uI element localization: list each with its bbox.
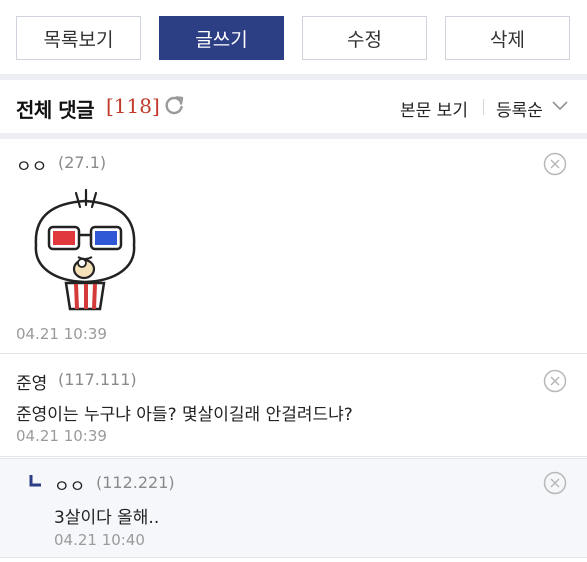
- comment-item: ㅇㅇ (27.1) 04.21 10:39: [0, 139, 587, 354]
- comment-author[interactable]: ㅇㅇ: [54, 472, 85, 497]
- comment-date: 04.21 10:40: [54, 531, 145, 549]
- comment-item: 준영 (117.111) 준영이는 누구냐 아들? 몇살이길래 안걸려드냐? 0…: [0, 355, 587, 457]
- close-icon[interactable]: [543, 152, 567, 176]
- sticker-image: [34, 188, 136, 311]
- close-icon[interactable]: [543, 369, 567, 393]
- comment-author[interactable]: ㅇㅇ: [16, 152, 47, 177]
- comment-date: 04.21 10:39: [16, 325, 107, 343]
- comment-ip: (27.1): [58, 153, 107, 172]
- list-button[interactable]: 목록보기: [16, 16, 141, 60]
- close-icon[interactable]: [543, 471, 567, 495]
- delete-button[interactable]: 삭제: [445, 16, 570, 60]
- comment-section-title: 전체 댓글: [16, 98, 95, 122]
- edit-button[interactable]: 수정: [302, 16, 427, 60]
- write-button[interactable]: 글쓰기: [159, 16, 284, 60]
- refresh-icon[interactable]: [163, 94, 185, 116]
- reply-item: ㅇㅇ (112.221) 3살이다 올해.. 04.21 10:40: [0, 458, 587, 558]
- comment-text: 준영이는 누구냐 아들? 몇살이길래 안걸려드냐?: [16, 405, 353, 425]
- comment-text: 3살이다 올해..: [54, 508, 160, 528]
- comment-ip: (112.221): [96, 473, 175, 492]
- sort-dropdown-label[interactable]: 등록순: [496, 96, 543, 121]
- chevron-down-icon[interactable]: [551, 100, 569, 112]
- comment-ip: (117.111): [58, 370, 137, 389]
- comment-header: 전체 댓글 [118] 본문 보기 등록순: [0, 80, 587, 133]
- header-divider: [483, 99, 484, 115]
- comment-count: [118]: [106, 94, 160, 118]
- post-toolbar: 목록보기 글쓰기 수정 삭제: [0, 0, 587, 74]
- view-body-link[interactable]: 본문 보기: [400, 96, 468, 121]
- comment-author[interactable]: 준영: [16, 369, 47, 394]
- reply-arrow-icon: [29, 475, 41, 487]
- comment-date: 04.21 10:39: [16, 427, 107, 445]
